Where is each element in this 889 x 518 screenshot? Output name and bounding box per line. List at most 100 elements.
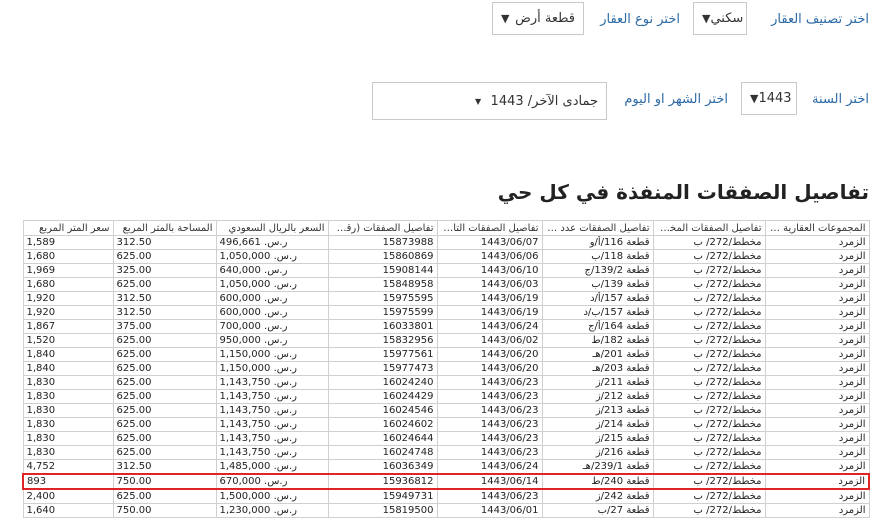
col-date-cell: 1443/06/23 [436,389,543,404]
col-price-header[interactable]: السعر بالريال السعودي [215,220,329,236]
transactions-table: المجموعات العقارية ا... تفاصيل الصفقات ال… [22,220,870,518]
col-price-per-meter-cell: 1,589 [22,235,114,250]
month-value: جمادى الآخر/ 1443 [490,93,598,109]
col-plot-cell: قطعة 212/ز [541,389,654,404]
col-plot-cell: قطعة 213/ز [541,403,654,418]
col-area-cell: 625.00 [112,445,217,460]
col-area-cell: 312.50 [112,459,217,475]
col-price-cell: ر.س. 1,143,750 [215,389,329,404]
col-price-per-meter-cell: 2,400 [22,488,114,504]
table-row[interactable]: الزمرد مخطط/272/ ب قطعة 201/هـ 1443/06/20 15… [22,347,870,362]
col-area-cell: 625.00 [112,249,217,264]
col-deal-number-cell: 15908144 [327,263,438,278]
col-date-cell: 1443/06/01 [436,503,543,518]
col-plot-header[interactable]: تفاصيل الصفقات عدد ا... [541,220,654,236]
col-district-header[interactable]: المجموعات العقارية ا... [764,220,870,236]
col-price-cell: ر.س. 1,143,750 [215,375,329,390]
col-area-cell: 625.00 [112,333,217,348]
col-deal-number-cell: 15848958 [327,277,438,292]
col-district-cell: الزمرد [764,347,870,362]
table-row[interactable]: الزمرد مخطط/272/ ب قطعة 214/ز 1443/06/23 160… [22,417,870,432]
col-deal-number-cell: 16036349 [327,459,438,475]
classification-label: اختر تصنيف العقار [771,12,869,27]
year-label: اختر السنة [812,92,869,107]
col-deal-number-header[interactable]: تفاصيل الصفقات (رقم... [327,220,438,236]
table-row[interactable]: الزمرد مخطط/272/ ب قطعة 212/ز 1443/06/23 160… [22,389,870,404]
table-row[interactable]: الزمرد مخطط/272/ ب قطعة 116/أ/و 1443/06/07 1… [22,235,870,250]
table-row[interactable]: الزمرد مخطط/272/ ب قطعة 203/هـ 1443/06/20 15… [22,361,870,376]
table-row[interactable]: الزمرد مخطط/272/ ب قطعة 118/ب 1443/06/06 158… [22,249,870,264]
table-row[interactable]: الزمرد مخطط/272/ ب قطعة 157/أ/د 1443/06/19 1… [22,291,870,306]
col-plan-cell: مخطط/272/ ب [652,277,766,292]
table-row[interactable]: الزمرد مخطط/272/ ب قطعة 242/ز 1443/06/23 159… [22,488,870,504]
col-date-cell: 1443/06/24 [436,319,543,334]
col-area-cell: 625.00 [112,403,217,418]
col-area-cell: 625.00 [112,431,217,446]
col-plot-cell: قطعة 242/ز [541,488,654,504]
classification-select[interactable]: ▼ سكني [693,2,747,35]
col-deal-number-cell: 16024748 [327,445,438,460]
col-district-cell: الزمرد [764,503,870,518]
col-price-cell: ر.س. 600,000 [215,305,329,320]
col-plan-header[interactable]: تفاصيل الصفقات المخطط [652,220,766,236]
col-district-cell: الزمرد [764,291,870,306]
table-row[interactable]: الزمرد مخطط/272/ ب قطعة 182/ط 1443/06/02 158… [22,333,870,348]
col-plot-cell: قطعة 215/ز [541,431,654,446]
col-date-cell: 1443/06/14 [436,473,543,490]
col-date-header[interactable]: تفاصيل الصفقات التار... [436,220,543,236]
col-area-cell: 750.00 [112,503,217,518]
table-row[interactable]: الزمرد مخطط/272/ ب قطعة 211/ز 1443/06/23 160… [22,375,870,390]
col-district-cell: الزمرد [764,319,870,334]
col-plot-cell: قطعة 118/ب [541,249,654,264]
table-row[interactable]: الزمرد مخطط/272/ ب قطعة 139/2/ج 1443/06/10 1… [22,263,870,278]
table-row[interactable]: الزمرد مخطط/272/ ب قطعة 215/ز 1443/06/23 160… [22,431,870,446]
col-plot-cell: قطعة 211/ز [541,375,654,390]
col-price-per-meter-cell: 1,680 [22,277,114,292]
col-district-cell: الزمرد [764,249,870,264]
col-price-cell: ر.س. 496,661 [215,235,329,250]
col-district-cell: الزمرد [764,277,870,292]
col-area-header[interactable]: المساحة بالمتر المربع [112,220,217,236]
col-plan-cell: مخطط/272/ ب [652,473,766,490]
col-district-cell: الزمرد [764,431,870,446]
col-plot-cell: قطعة 139/ب [541,277,654,292]
classification-value: سكني [710,11,744,26]
col-deal-number-cell: 15873988 [327,235,438,250]
col-date-cell: 1443/06/23 [436,403,543,418]
col-price-per-meter-cell: 1,830 [22,431,114,446]
col-area-cell: 750.00 [112,473,217,490]
col-plan-cell: مخطط/272/ ب [652,459,766,475]
col-price-per-meter-header[interactable]: سعر المتر المربع [22,220,114,236]
col-price-per-meter-cell: 1,840 [22,347,114,362]
table-row[interactable]: الزمرد مخطط/272/ ب قطعة 216/ز 1443/06/23 160… [22,445,870,460]
chevron-down-icon: ▼ [750,92,759,105]
col-date-cell: 1443/06/20 [436,347,543,362]
year-select[interactable]: ▼ 1443 [741,82,797,115]
col-price-per-meter-cell: 1,830 [22,403,114,418]
table-row[interactable]: الزمرد مخطط/272/ ب قطعة 239/1/هـ 1443/06/24… [22,459,870,475]
table-row-highlighted[interactable]: الزمرد مخطط/272/ ب قطعة 240/ط 1443/06/14 159… [22,473,870,490]
col-area-cell: 625.00 [112,417,217,432]
col-area-cell: 625.00 [112,389,217,404]
col-price-cell: ر.س. 1,230,000 [215,503,329,518]
col-deal-number-cell: 15949731 [327,488,438,504]
col-date-cell: 1443/06/20 [436,361,543,376]
col-price-cell: ر.س. 640,000 [215,263,329,278]
table-row[interactable]: الزمرد مخطط/272/ ب قطعة 213/ز 1443/06/23 160… [22,403,870,418]
section-title: تفاصيل الصفقات المنفذة في كل حي [497,180,869,204]
table-row[interactable]: الزمرد مخطط/272/ ب قطعة 157/ب/د 1443/06/19 1… [22,305,870,320]
type-select[interactable]: ▼ قطعة أرض [492,2,584,35]
col-plan-cell: مخطط/272/ ب [652,417,766,432]
chevron-down-icon: ▼ [501,12,510,25]
col-district-cell: الزمرد [764,235,870,250]
col-district-cell: الزمرد [764,375,870,390]
col-price-cell: ر.س. 600,000 [215,291,329,306]
table-row[interactable]: الزمرد مخطط/272/ ب قطعة 164/أ/ج 1443/06/24 1… [22,319,870,334]
table-row[interactable]: الزمرد مخطط/272/ ب قطعة 27/ب 1443/06/01 1581… [22,503,870,518]
month-select[interactable]: ▼ جمادى الآخر/ 1443 [372,82,607,120]
col-deal-number-cell: 16024240 [327,375,438,390]
table-row[interactable]: الزمرد مخطط/272/ ب قطعة 139/ب 1443/06/03 158… [22,277,870,292]
col-date-cell: 1443/06/06 [436,249,543,264]
col-plan-cell: مخطط/272/ ب [652,319,766,334]
type-label: اختر نوع العقار [600,12,680,27]
